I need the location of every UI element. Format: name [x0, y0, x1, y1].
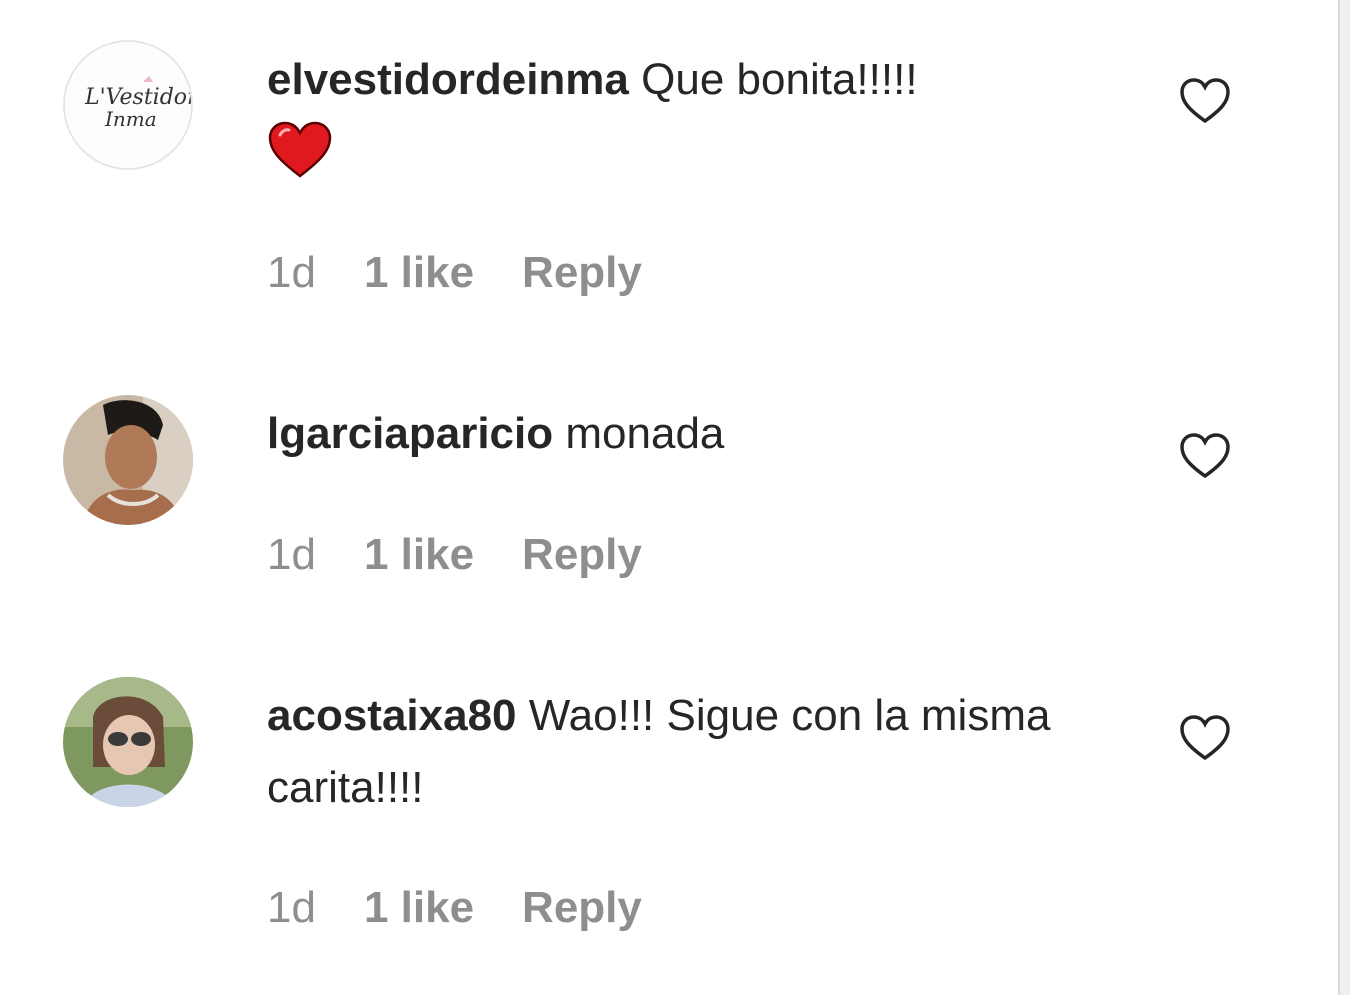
- reply-button[interactable]: Reply: [522, 883, 642, 933]
- comment-item: acostaixa80 Wao!!! Sigue con la misma ca…: [0, 640, 1330, 995]
- comment-body: elvestidordeinma Que bonita!!!!!: [267, 44, 1127, 202]
- svg-text:Inma: Inma: [104, 107, 157, 131]
- red-heart-emoji-icon: [267, 120, 333, 202]
- like-heart-icon[interactable]: [1178, 431, 1232, 481]
- comment-time[interactable]: 1d: [267, 883, 316, 933]
- comment-meta: 1d 1 like Reply: [267, 248, 642, 298]
- comment-text: monada: [565, 409, 725, 458]
- comment-meta: 1d 1 like Reply: [267, 883, 642, 933]
- comment-likes[interactable]: 1 like: [364, 883, 474, 933]
- like-heart-icon[interactable]: [1178, 713, 1232, 763]
- reply-button[interactable]: Reply: [522, 248, 642, 298]
- comment-body: lgarciaparicio monada: [267, 398, 1127, 470]
- comment-time[interactable]: 1d: [267, 248, 316, 298]
- reply-button[interactable]: Reply: [522, 530, 642, 580]
- scrollbar-track[interactable]: [1338, 0, 1350, 995]
- brand-logo-icon: L'Vestidor Inma: [66, 43, 191, 167]
- comment-time[interactable]: 1d: [267, 530, 316, 580]
- comment-username[interactable]: elvestidordeinma: [267, 55, 629, 104]
- comment-likes[interactable]: 1 like: [364, 530, 474, 580]
- comment-item: lgarciaparicio monada 1d 1 like Reply: [0, 340, 1330, 640]
- user-photo-icon: [63, 395, 193, 525]
- avatar[interactable]: L'Vestidor Inma: [63, 40, 193, 170]
- comment-meta: 1d 1 like Reply: [267, 530, 642, 580]
- comment-item: L'Vestidor Inma elvestidordeinma Que bon…: [0, 0, 1330, 340]
- comment-body: acostaixa80 Wao!!! Sigue con la misma ca…: [267, 680, 1087, 824]
- comment-likes[interactable]: 1 like: [364, 248, 474, 298]
- like-heart-icon[interactable]: [1178, 76, 1232, 126]
- comment-text: Que bonita!!!!!: [641, 55, 918, 104]
- comment-username[interactable]: acostaixa80: [267, 691, 517, 740]
- comment-username[interactable]: lgarciaparicio: [267, 409, 553, 458]
- avatar[interactable]: [63, 677, 193, 807]
- user-photo-icon: [63, 677, 193, 807]
- avatar[interactable]: [63, 395, 193, 525]
